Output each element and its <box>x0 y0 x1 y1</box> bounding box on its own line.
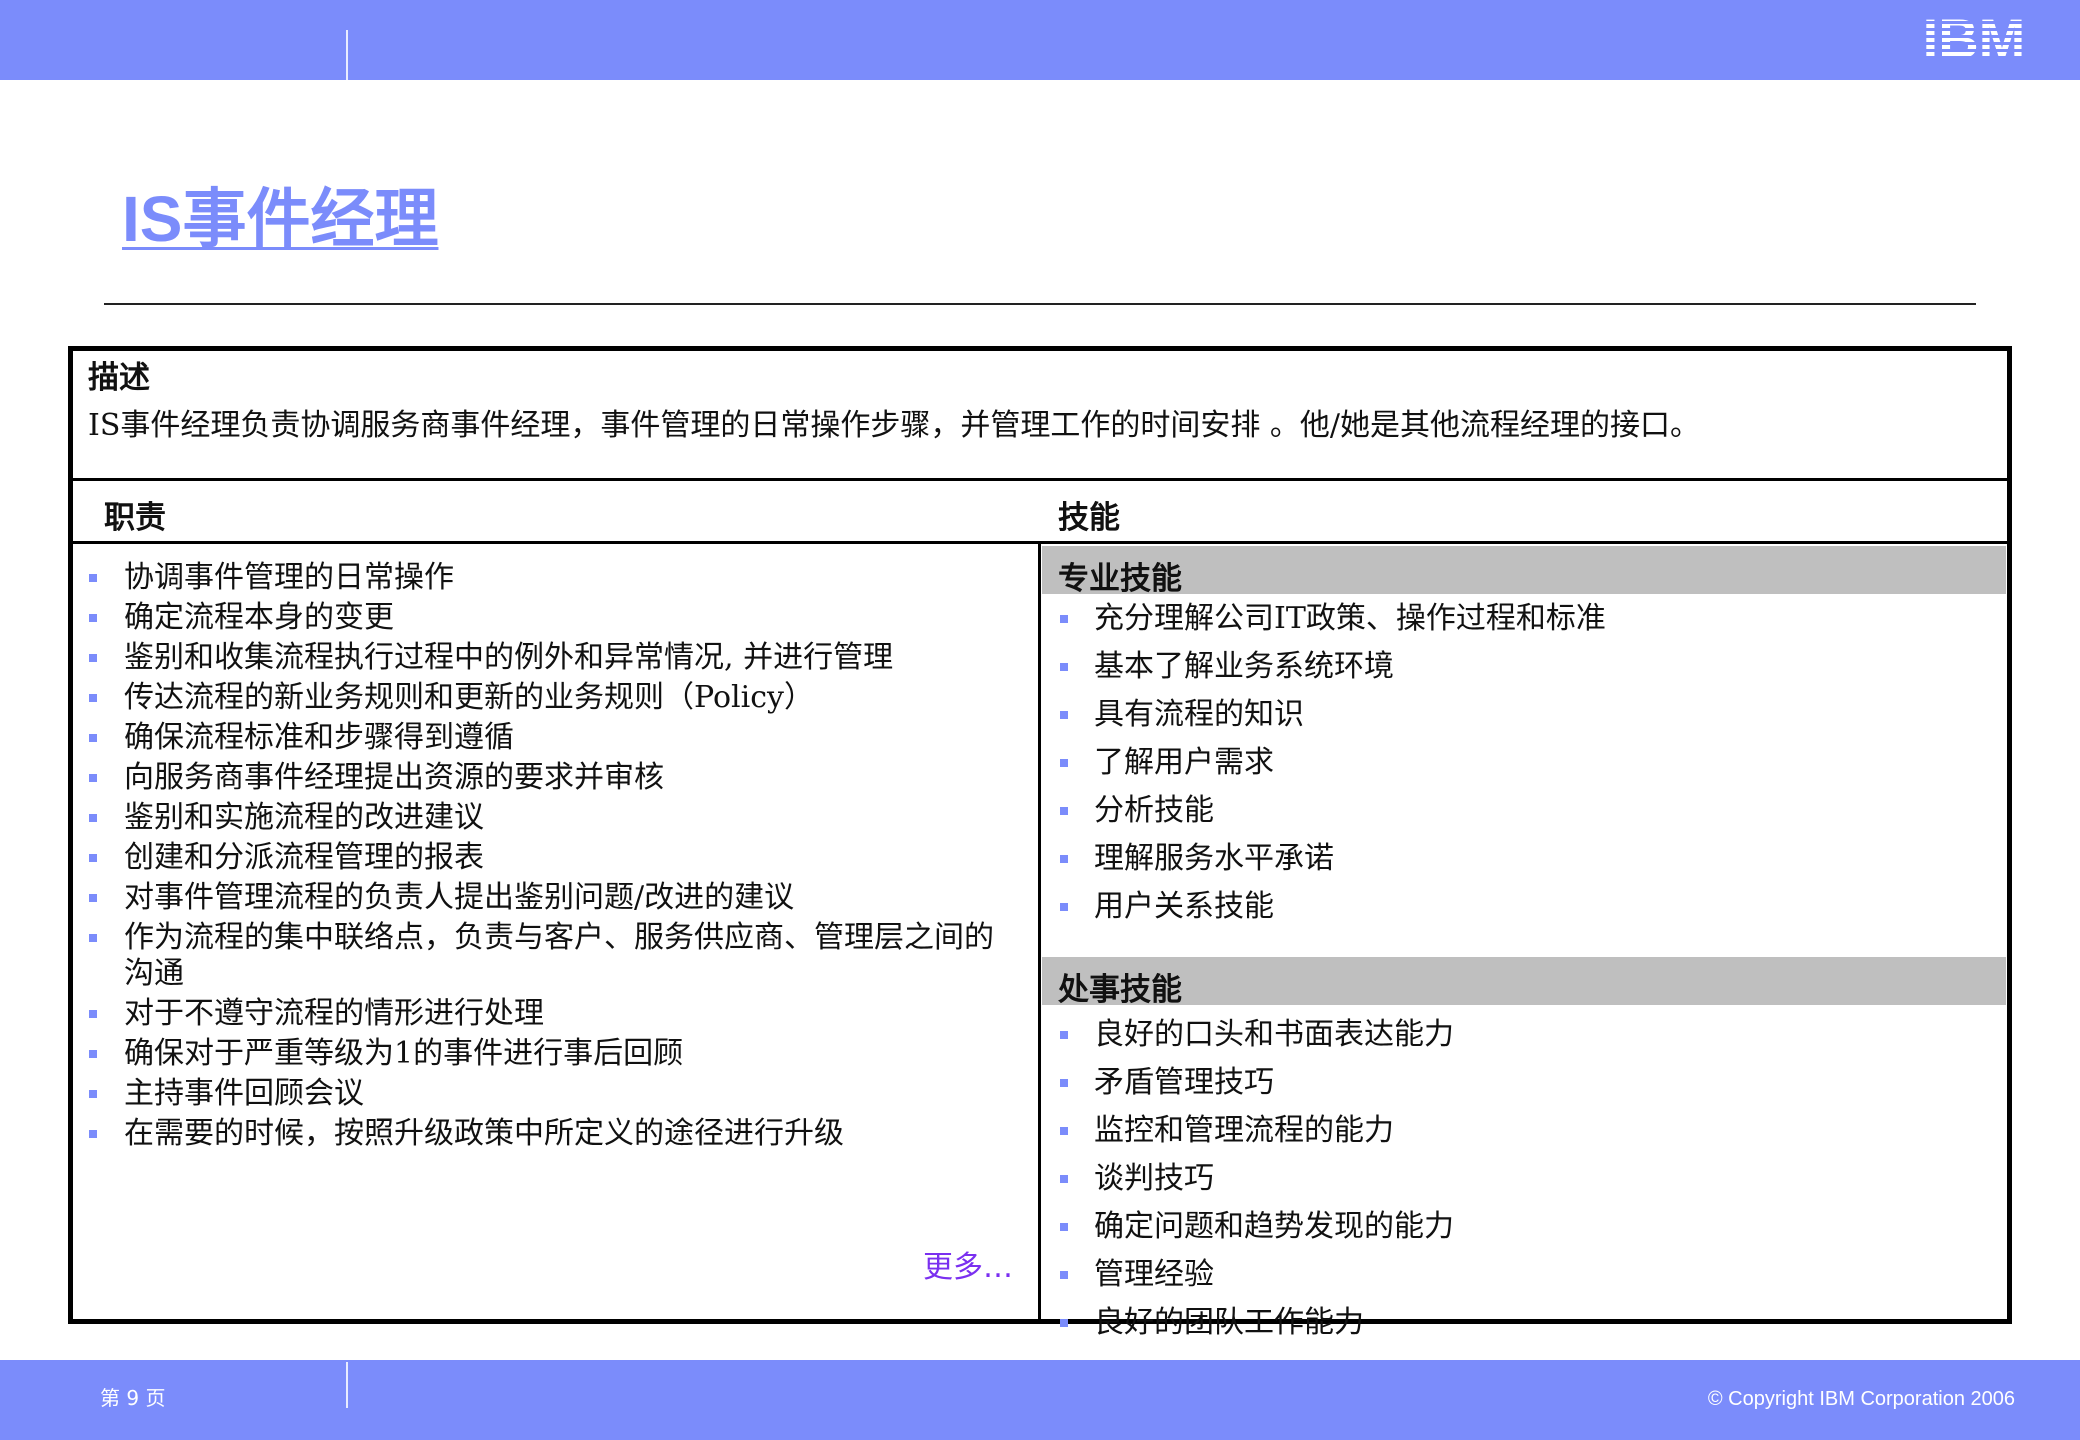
list-item: 在需要的时候，按照升级政策中所定义的途径进行升级 <box>86 1116 1006 1152</box>
bullet-icon <box>1060 903 1068 911</box>
list-item: 对事件管理流程的负责人提出鉴别问题/改进的建议 <box>86 880 1006 916</box>
page-title: IS事件经理 <box>122 183 439 255</box>
professional-skills-list: 充分理解公司IT政策、操作过程和标准 基本了解业务系统环境 具有流程的知识 了解… <box>1052 597 1992 933</box>
bullet-icon <box>89 654 97 662</box>
bullet-icon <box>89 774 97 782</box>
list-item: 理解服务水平承诺 <box>1052 837 1992 885</box>
list-item: 良好的口头和书面表达能力 <box>1052 1013 1992 1061</box>
list-item: 确定问题和趋势发现的能力 <box>1052 1205 1992 1253</box>
bullet-icon <box>89 1090 97 1098</box>
skills-heading: 技能 <box>1058 500 1120 536</box>
list-item: 向服务商事件经理提出资源的要求并审核 <box>86 760 1006 796</box>
list-item: 创建和分派流程管理的报表 <box>86 840 1006 876</box>
table-divider <box>73 478 2007 481</box>
list-item: 作为流程的集中联络点，负责与客户、服务供应商、管理层之间的沟通 <box>86 920 1006 992</box>
bullet-icon <box>89 1050 97 1058</box>
ibm-logo: IBM <box>1923 9 2026 61</box>
bullet-icon <box>89 934 97 942</box>
list-item: 确保对于严重等级为1的事件进行事后回顾 <box>86 1036 1006 1072</box>
footer-divider <box>346 1362 348 1408</box>
bullet-icon <box>89 894 97 902</box>
bullet-icon <box>89 734 97 742</box>
copyright-notice: © Copyright IBM Corporation 2006 <box>1707 1388 2015 1410</box>
interpersonal-skills-header: 处事技能 <box>1042 957 2006 1008</box>
bullet-icon <box>89 1010 97 1018</box>
column-divider <box>1038 543 1041 1324</box>
list-item: 矛盾管理技巧 <box>1052 1061 1992 1109</box>
bullet-icon <box>1060 711 1068 719</box>
svg-text:IBM: IBM <box>1923 9 2026 61</box>
bullet-icon <box>1060 855 1068 863</box>
list-item: 谈判技巧 <box>1052 1157 1992 1205</box>
footer-bar: 第 9 页 © Copyright IBM Corporation 2006 <box>0 1360 2080 1440</box>
bullet-icon <box>89 614 97 622</box>
bullet-icon <box>1060 1079 1068 1087</box>
bullet-icon <box>89 1130 97 1138</box>
list-item: 主持事件回顾会议 <box>86 1076 1006 1112</box>
bullet-icon <box>89 694 97 702</box>
bullet-icon <box>89 854 97 862</box>
list-item: 良好的团队工作能力 <box>1052 1301 1992 1349</box>
list-item: 确定流程本身的变更 <box>86 600 1006 636</box>
list-item: 管理经验 <box>1052 1253 1992 1301</box>
list-item: 鉴别和收集流程执行过程中的例外和异常情况, 并进行管理 <box>86 640 1006 676</box>
interpersonal-skills-list: 良好的口头和书面表达能力 矛盾管理技巧 监控和管理流程的能力 谈判技巧 确定问题… <box>1052 1013 1992 1349</box>
bullet-icon <box>1060 807 1068 815</box>
bullet-icon <box>1060 1175 1068 1183</box>
description-text: IS事件经理负责协调服务商事件经理，事件管理的日常操作步骤，并管理工作的时间安排… <box>88 408 1701 443</box>
bullet-icon <box>89 814 97 822</box>
list-item: 基本了解业务系统环境 <box>1052 645 1992 693</box>
title-divider <box>104 303 1976 305</box>
list-item: 对于不遵守流程的情形进行处理 <box>86 996 1006 1032</box>
responsibilities-list: 协调事件管理的日常操作 确定流程本身的变更 鉴别和收集流程执行过程中的例外和异常… <box>86 560 1006 1156</box>
bullet-icon <box>1060 1127 1068 1135</box>
list-item: 协调事件管理的日常操作 <box>86 560 1006 596</box>
list-item: 具有流程的知识 <box>1052 693 1992 741</box>
professional-skills-label: 专业技能 <box>1058 561 1182 597</box>
page-number: 第 9 页 <box>100 1386 166 1410</box>
professional-skills-header: 专业技能 <box>1042 546 2006 597</box>
description-label: 描述 <box>88 360 150 396</box>
bullet-icon <box>1060 663 1068 671</box>
bullet-icon <box>1060 1271 1068 1279</box>
more-link[interactable]: 更多… <box>923 1242 1013 1286</box>
responsibilities-heading: 职责 <box>104 500 166 536</box>
interpersonal-skills-label: 处事技能 <box>1058 972 1182 1008</box>
list-item: 了解用户需求 <box>1052 741 1992 789</box>
bullet-icon <box>1060 759 1068 767</box>
bullet-icon <box>89 574 97 582</box>
list-item: 用户关系技能 <box>1052 885 1992 933</box>
bullet-icon <box>1060 1223 1068 1231</box>
list-item: 分析技能 <box>1052 789 1992 837</box>
list-item: 监控和管理流程的能力 <box>1052 1109 1992 1157</box>
top-bar: IBM <box>0 0 2080 80</box>
bullet-icon <box>1060 1031 1068 1039</box>
top-bar-divider <box>346 30 348 80</box>
list-item: 确保流程标准和步骤得到遵循 <box>86 720 1006 756</box>
list-item: 传达流程的新业务规则和更新的业务规则（Policy） <box>86 680 1006 716</box>
bullet-icon <box>1060 1319 1068 1327</box>
list-item: 充分理解公司IT政策、操作过程和标准 <box>1052 597 1992 645</box>
list-item: 鉴别和实施流程的改进建议 <box>86 800 1006 836</box>
bullet-icon <box>1060 615 1068 623</box>
